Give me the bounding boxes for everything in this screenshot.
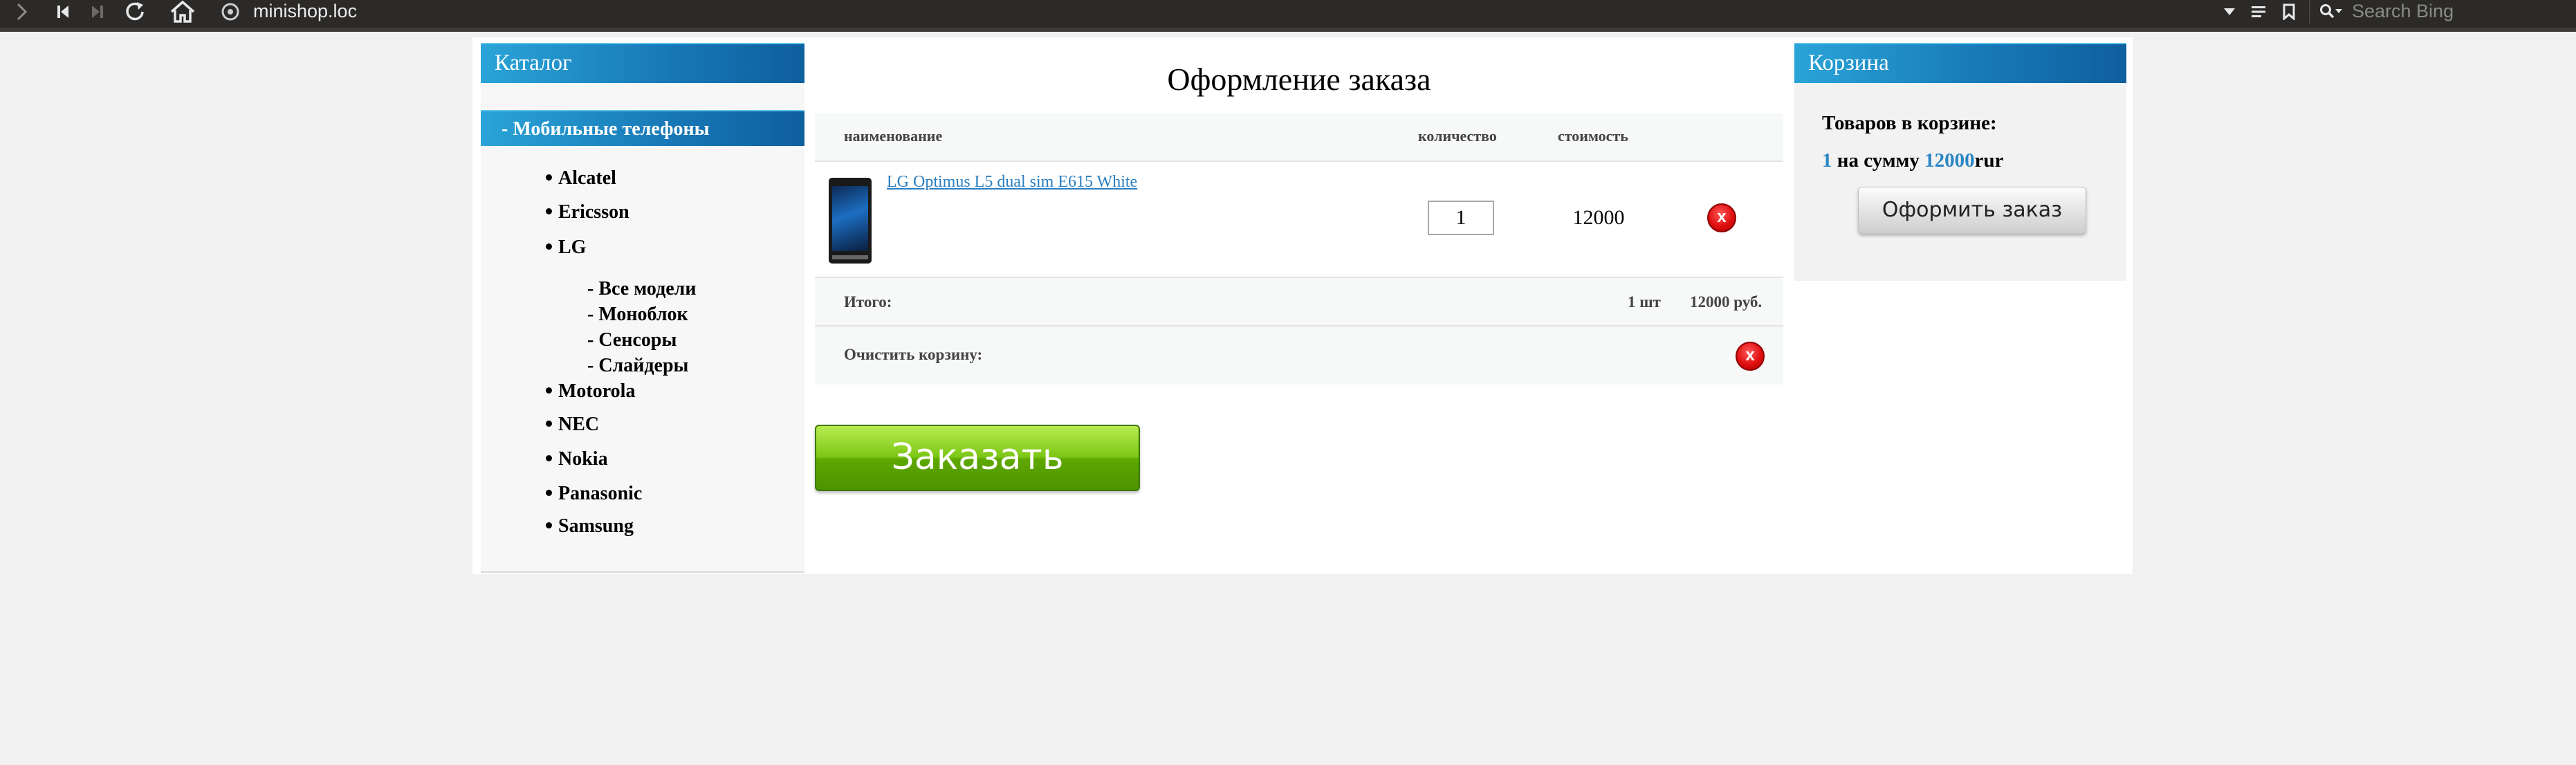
reader-icon[interactable] — [2248, 0, 2269, 24]
brand-item-motorola[interactable]: Motorola — [546, 380, 635, 403]
brand-item-lg[interactable]: LG — [546, 237, 586, 259]
table-row: LG Optimus L5 dual sim E615 White 12000 … — [815, 162, 1783, 278]
product-link[interactable]: LG Optimus L5 dual sim E615 White — [887, 173, 1137, 192]
lg-sub-all-models[interactable]: - Все модели — [587, 278, 697, 300]
clear-cart-row: Очистить корзину: x — [815, 326, 1783, 385]
bullet-icon — [546, 455, 552, 462]
lg-sub-monoblock[interactable]: - Моноблок — [587, 304, 688, 326]
product-image[interactable] — [829, 178, 872, 264]
bookmark-icon[interactable] — [2279, 0, 2299, 24]
brand-item-panasonic[interactable]: Panasonic — [546, 483, 642, 505]
cart-title: Корзина — [1794, 43, 2126, 83]
dropdown-icon[interactable] — [2219, 0, 2240, 24]
browser-toolbar: minishop.loc Search Bing — [0, 0, 2576, 32]
last-icon[interactable] — [86, 0, 109, 24]
brand-item-nokia[interactable]: Nokia — [546, 448, 608, 470]
clear-cart-label: Очистить корзину: — [844, 346, 983, 363]
brand-item-ericsson[interactable]: Ericsson — [546, 201, 629, 223]
bullet-icon — [546, 522, 552, 529]
delete-item-button[interactable]: x — [1707, 203, 1736, 232]
bullet-icon — [546, 490, 552, 497]
cart-items-label: Товаров в корзине: — [1822, 112, 1997, 134]
cart-sum-label: на сумму — [1837, 149, 1920, 172]
category-mobile-phones[interactable]: - Мобильные телефоны — [481, 110, 804, 146]
item-cost: 12000 — [1572, 206, 1625, 229]
column-cost: стоимость — [1558, 127, 1628, 145]
search-icon — [2317, 0, 2345, 24]
cart-count: 1 — [1822, 149, 1832, 172]
table-header: наименование количество стоимость — [815, 113, 1783, 162]
url-text[interactable]: minishop.loc — [253, 0, 357, 24]
place-order-button[interactable]: Заказать — [815, 425, 1140, 491]
brand-item-nec[interactable]: NEC — [546, 414, 599, 436]
reload-icon[interactable] — [122, 0, 149, 24]
cart-summary: 1 на сумму 12000rur — [1822, 149, 2003, 172]
total-sum: 12000 руб. — [1690, 293, 1763, 311]
total-label: Итого: — [844, 293, 892, 311]
cart-panel: Корзина Товаров в корзине: 1 на сумму 12… — [1794, 43, 2126, 281]
home-icon[interactable] — [166, 0, 199, 24]
bullet-icon — [546, 387, 552, 394]
brand-item-samsung[interactable]: Samsung — [546, 515, 634, 537]
clear-cart-button[interactable]: x — [1736, 342, 1765, 371]
cart-sum: 12000 — [1924, 149, 1975, 172]
forward-icon[interactable] — [10, 0, 33, 24]
page-content: Каталог - Мобильные телефоны Alcatel Eri… — [472, 37, 2133, 574]
checkout-button[interactable]: Оформить заказ — [1858, 187, 2086, 234]
lg-sub-sensors[interactable]: - Сенсоры — [587, 329, 677, 351]
phone-screen — [832, 186, 868, 251]
brand-item-alcatel[interactable]: Alcatel — [546, 167, 616, 190]
search-input[interactable]: Search Bing — [2352, 0, 2454, 24]
bullet-icon — [546, 421, 552, 427]
column-quantity: количество — [1418, 127, 1497, 145]
bullet-icon — [546, 174, 552, 181]
catalog-sidebar: Каталог - Мобильные телефоны Alcatel Eri… — [481, 43, 804, 573]
lg-sub-sliders[interactable]: - Слайдеры — [587, 355, 688, 377]
bullet-icon — [546, 243, 552, 250]
total-quantity: 1 шт — [1628, 293, 1661, 311]
phone-bar — [832, 255, 868, 259]
site-info-icon[interactable] — [219, 0, 242, 24]
quantity-input[interactable] — [1428, 201, 1494, 235]
bullet-icon — [546, 208, 552, 215]
cart-currency: rur — [1974, 149, 2004, 172]
total-row: Итого: 1 шт 12000 руб. — [815, 278, 1783, 326]
checkout-main: Оформление заказа наименование количеств… — [815, 37, 1783, 574]
page-title: Оформление заказа — [1167, 62, 1431, 97]
search-bar[interactable]: Search Bing — [2309, 0, 2576, 24]
catalog-title: Каталог — [481, 43, 804, 83]
first-icon[interactable] — [51, 0, 75, 24]
address-bar[interactable]: minishop.loc — [210, 0, 2306, 24]
column-name: наименование — [844, 127, 943, 145]
